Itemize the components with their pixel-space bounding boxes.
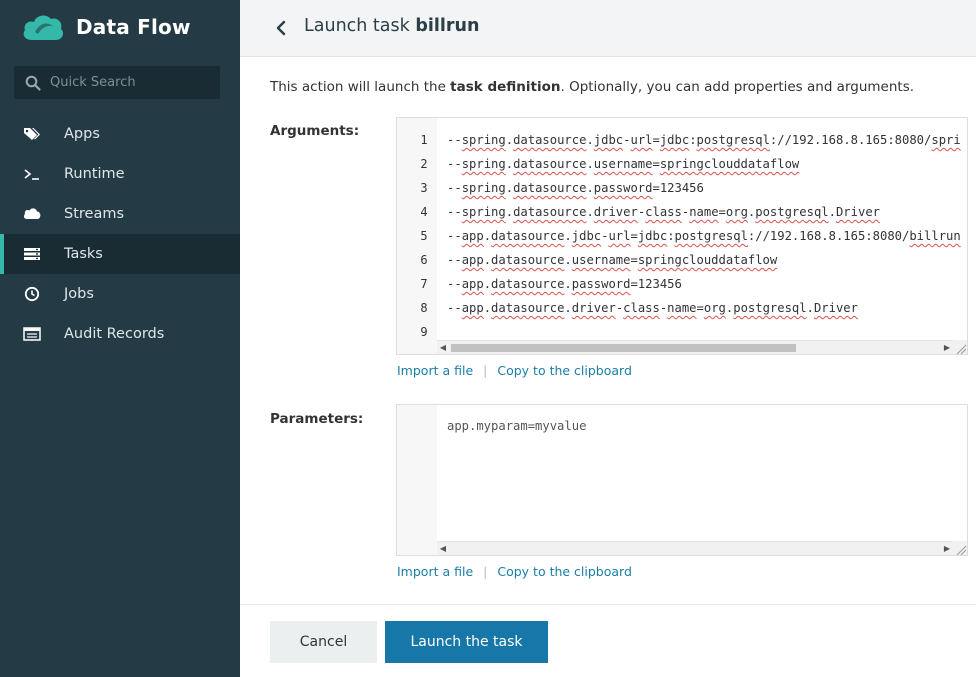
code-text: --app.datasource.driver-class-name=org.p… [447,301,858,315]
arguments-label: Arguments: [270,123,360,139]
code-line: 5 --app.datasource.jdbc-url=jdbc:postgres… [397,224,967,248]
sidebar: Data Flow Apps Runtime Streams [0,0,240,677]
copy-clipboard-link[interactable]: Copy to the clipboard [497,363,632,378]
description-bold: task definition [450,79,561,95]
line-number: 9 [420,325,428,339]
search-input[interactable] [50,75,210,90]
form-footer: Cancel Launch the task [240,604,976,677]
launch-description: This action will launch the task definit… [270,79,914,95]
page-header: Launch task billrun [240,0,976,57]
app-title: Data Flow [76,15,191,39]
sidebar-item-runtime[interactable]: Runtime [0,154,240,194]
cancel-button[interactable]: Cancel [270,621,377,663]
description-prefix: This action will launch the [270,79,451,95]
task-name: billrun [415,16,480,36]
sidebar-item-tasks[interactable]: Tasks [0,234,240,274]
import-file-link[interactable]: Import a file [397,564,473,579]
cloud-icon [23,205,41,223]
parameters-links: Import a file | Copy to the clipboard [397,564,632,579]
clock-icon [23,285,41,303]
page-title-prefix: Launch task [304,16,416,36]
scroll-left-icon[interactable]: ◀ [439,544,447,554]
parameters-placeholder: app.myparam=myvalue [447,419,587,433]
code-line: 6 --app.datasource.username=springcloudda… [397,248,967,272]
horizontal-scrollbar[interactable]: ◀ ▶ [437,340,955,354]
import-file-link[interactable]: Import a file [397,363,473,378]
resize-handle-icon[interactable] [953,541,967,555]
search-icon [25,75,41,91]
link-separator: | [483,363,488,378]
list-icon [23,325,41,343]
sidebar-item-label: Jobs [64,286,94,302]
sidebar-item-label: Runtime [64,166,125,182]
line-number: 1 [420,133,428,147]
line-number: 2 [420,157,428,171]
terminal-icon [23,165,41,183]
sidebar-item-audit-records[interactable]: Audit Records [0,314,240,354]
brand[interactable]: Data Flow [20,9,191,45]
tasks-icon [23,245,41,263]
tags-icon [23,125,41,143]
code-text: --app.datasource.password=123456 [447,277,682,291]
line-number: 7 [420,277,428,291]
sidebar-item-streams[interactable]: Streams [0,194,240,234]
code-text: --spring.datasource.driver-class-name=or… [447,205,880,219]
code-text: --spring.datasource.password=123456 [447,181,704,195]
code-text: --app.datasource.jdbc-url=jdbc:postgresq… [447,229,961,243]
horizontal-scrollbar[interactable]: ◀ ▶ [437,541,955,555]
parameters-editor[interactable]: app.myparam=myvalue ◀ ▶ [396,404,968,556]
sidebar-item-label: Audit Records [64,326,165,342]
description-suffix: . Optionally, you can add properties and… [560,79,915,95]
code-line: 1 --spring.datasource.jdbc-url=jdbc:postg… [397,128,967,152]
link-separator: | [483,564,488,579]
scroll-right-icon[interactable]: ▶ [943,343,951,353]
page-title: Launch task billrun [304,16,479,36]
line-number: 8 [420,301,428,315]
scrollbar-thumb[interactable] [451,344,796,352]
code-line: 7 --app.datasource.password=123456 [397,272,967,296]
sidebar-item-apps[interactable]: Apps [0,114,240,154]
code-line: 4 --spring.datasource.driver-class-name=o… [397,200,967,224]
copy-clipboard-link[interactable]: Copy to the clipboard [497,564,632,579]
sidebar-nav: Apps Runtime Streams Tasks Jobs Audit Re… [0,114,240,354]
line-number: 6 [420,253,428,267]
code-line: 3 --spring.datasource.password=123456 [397,176,967,200]
arguments-links: Import a file | Copy to the clipboard [397,363,632,378]
code-line: 8 --app.datasource.driver-class-name=org.… [397,296,967,320]
line-number: 4 [420,205,428,219]
arguments-editor[interactable]: 1 --spring.datasource.jdbc-url=jdbc:postg… [396,117,968,355]
back-chevron-icon[interactable] [270,16,294,40]
line-number: 3 [420,181,428,195]
resize-handle-icon[interactable] [953,340,967,354]
scroll-left-icon[interactable]: ◀ [439,343,447,353]
line-number-gutter [397,405,437,555]
arguments-lines: 1 --spring.datasource.jdbc-url=jdbc:postg… [397,128,967,344]
code-line: 2 --spring.datasource.username=springclou… [397,152,967,176]
quick-search[interactable] [14,66,220,99]
code-text: --spring.datasource.jdbc-url=jdbc:postgr… [447,133,961,147]
parameters-label: Parameters: [270,411,364,427]
sidebar-item-label: Tasks [64,246,103,262]
code-text: --app.datasource.username=springclouddat… [447,253,778,267]
scroll-right-icon[interactable]: ▶ [943,544,951,554]
code-text: --spring.datasource.username=springcloud… [447,157,800,171]
sidebar-item-label: Apps [64,126,100,142]
spring-cloud-logo-icon [23,15,64,41]
launch-task-button[interactable]: Launch the task [385,621,548,663]
sidebar-item-label: Streams [64,206,125,222]
line-number: 5 [420,229,428,243]
sidebar-item-jobs[interactable]: Jobs [0,274,240,314]
